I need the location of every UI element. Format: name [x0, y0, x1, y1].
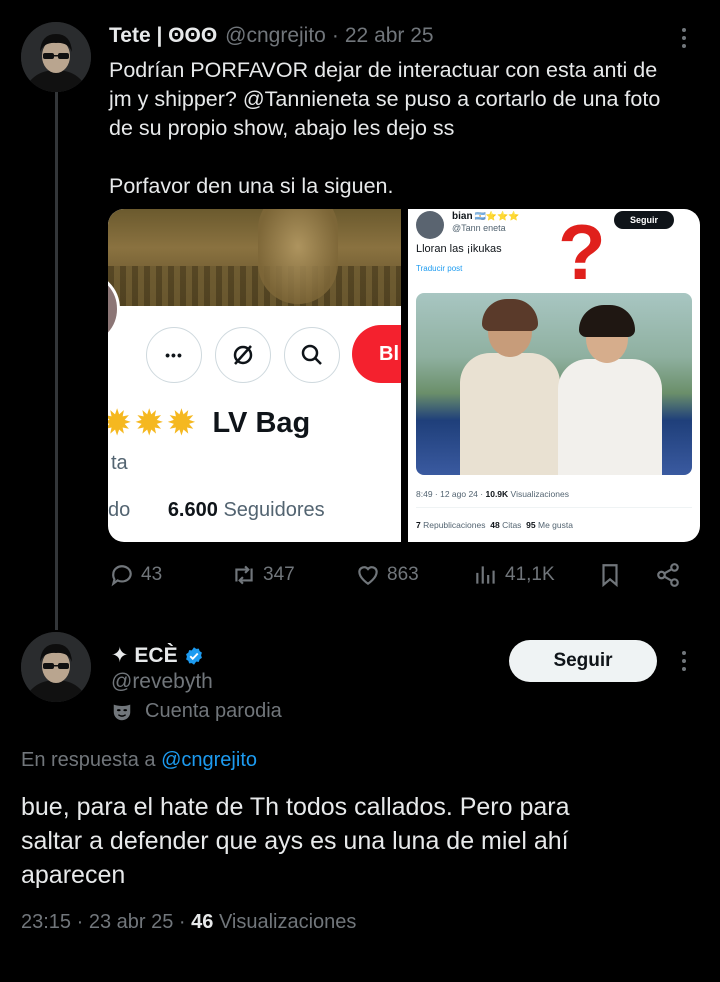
avatar-photo	[21, 22, 91, 92]
quoted-engagement: 7 Republicaciones 48 Citas 95 Me gusta	[416, 520, 573, 530]
parody-text: Cuenta parodia	[145, 700, 282, 722]
profile-name: LV Bag	[212, 406, 311, 439]
tweet-text-line: de su propio show, abajo les dejo ss	[109, 116, 455, 140]
tweet-text-line: bue, para el hate de Th todos callados. …	[21, 793, 570, 821]
quoted-quotes-label: Citas	[502, 520, 522, 530]
quoted-views-label: Visualizaciones	[510, 489, 569, 499]
like-button[interactable]: 863	[355, 562, 419, 588]
share-icon	[657, 563, 679, 587]
tweet-text: Podrían PORFAVOR dejar de interactuar co…	[109, 56, 709, 201]
tweet-timestamp[interactable]: 23:15 · 23 abr 25 ·	[21, 911, 186, 933]
separator: ·	[331, 24, 339, 47]
more-button: •••	[146, 327, 202, 383]
question-mark-emoji: ?	[558, 209, 606, 296]
search-icon	[284, 327, 340, 383]
tweet-text-line: saltar a defender que ays es una luna de…	[21, 827, 569, 855]
views-count: 46	[191, 911, 214, 933]
avatar-photo	[21, 632, 91, 702]
quoted-views: 10.9K	[485, 489, 509, 499]
quoted-avatar	[416, 211, 444, 239]
tweet-text-line: Podrían PORFAVOR dejar de interactuar co…	[109, 58, 658, 82]
block-button: Bl	[352, 325, 401, 383]
profile-handle-fragment: ta	[111, 452, 128, 474]
verified-badge-icon[interactable]	[184, 646, 204, 666]
reply-context: En respuesta a @cngrejito	[21, 749, 257, 772]
more-options-icon[interactable]	[679, 28, 689, 48]
more-glyph: •••	[165, 347, 183, 363]
tweet-media: ••• Bl ✹✹✹ LV Bag ta do 6.600 Seguidores…	[108, 209, 700, 542]
like-count: 863	[387, 564, 419, 585]
quoted-text: Lloran las ¡ikukas	[416, 243, 502, 255]
quoted-reposts-label: Republicaciones	[423, 520, 486, 530]
bookmark-icon	[602, 564, 618, 588]
reply-prefix: En respuesta a	[21, 749, 156, 771]
views-chart-icon	[476, 566, 495, 584]
views-label: Visualizaciones	[218, 911, 357, 933]
quoted-likes: 95	[526, 520, 536, 530]
quoted-quotes: 48	[490, 520, 500, 530]
grok-icon	[215, 327, 271, 383]
followers-count: 6.600	[167, 499, 218, 521]
views-count: 41,1K	[505, 564, 555, 585]
user-handle[interactable]: @cngrejito	[225, 24, 326, 48]
tweet-text-line: Porfavor den una si la siguen.	[109, 174, 394, 198]
tweet-meta: 23:15 · 23 abr 25 · 46 Visualizaciones	[21, 911, 356, 934]
reply-handle-link[interactable]: @cngrejito	[161, 749, 257, 771]
share-button[interactable]	[655, 562, 681, 588]
quoted-handle: @Tann eneta	[452, 223, 506, 233]
more-options-icon[interactable]	[679, 651, 689, 671]
repost-icon	[235, 565, 253, 585]
reply-button[interactable]: 43	[109, 562, 162, 588]
quoted-photo	[416, 293, 692, 475]
quoted-follow-button: Seguir	[614, 211, 674, 229]
divider	[416, 507, 692, 508]
thread-connector-line	[55, 92, 58, 630]
quoted-name: bian 🇦🇷⭐⭐⭐	[452, 211, 519, 222]
user-handle[interactable]: @revebyth	[111, 670, 213, 694]
follow-button[interactable]: Seguir	[509, 640, 657, 682]
media-image-right[interactable]: bian 🇦🇷⭐⭐⭐ @Tann eneta Seguir Lloran las …	[408, 209, 700, 542]
parody-mask-icon	[113, 704, 131, 720]
quoted-likes-label: Me gusta	[538, 520, 573, 530]
display-name[interactable]: ✦ ECÈ	[111, 643, 178, 668]
profile-name-row: ✹✹✹ LV Bag	[108, 405, 310, 441]
tweet-date[interactable]: 22 abr 25	[345, 24, 434, 48]
repost-button[interactable]: 347	[231, 562, 295, 588]
reply-icon	[111, 565, 132, 587]
tweet-text-line: aparecen	[21, 861, 126, 889]
views-button[interactable]: 41,1K	[473, 562, 555, 588]
action-bar: 43 347 863 41,1K	[109, 562, 689, 594]
avatar[interactable]	[21, 632, 91, 702]
tweet-text-line: jm y shipper? @Tannieneta se puso a cort…	[109, 87, 661, 111]
star-emoji-icons: ✹✹✹	[108, 402, 199, 443]
quoted-name-emojis: 🇦🇷⭐⭐⭐	[474, 211, 520, 221]
profile-banner-image	[108, 209, 401, 306]
quoted-time: 8:49 · 12 ago 24 ·	[416, 489, 484, 499]
heart-icon	[358, 566, 378, 585]
repost-count: 347	[263, 564, 295, 585]
tweet-text: bue, para el hate de Th todos callados. …	[21, 790, 701, 892]
stat-fragment: do	[108, 499, 131, 521]
avatar[interactable]	[21, 22, 91, 92]
display-name-row: ✦ ECÈ	[111, 643, 204, 668]
parody-label: Cuenta parodia	[111, 700, 282, 723]
profile-stats: do 6.600 Seguidores	[108, 499, 325, 522]
display-name[interactable]: Tete | ʘʘʘ	[109, 24, 217, 48]
reply-count: 43	[141, 564, 163, 585]
tweet-header: Tete | ʘʘʘ @cngrejito · 22 abr 25	[109, 24, 434, 48]
followers-label: Seguidores	[223, 499, 325, 521]
translate-link: Traducir post	[416, 264, 463, 273]
quoted-name-text: bian	[452, 211, 473, 222]
media-image-left[interactable]: ••• Bl ✹✹✹ LV Bag ta do 6.600 Seguidores	[108, 209, 401, 542]
quoted-reposts: 7	[416, 520, 421, 530]
bookmark-button[interactable]	[597, 562, 623, 588]
quoted-meta: 8:49 · 12 ago 24 · 10.9K Visualizaciones	[416, 489, 569, 499]
